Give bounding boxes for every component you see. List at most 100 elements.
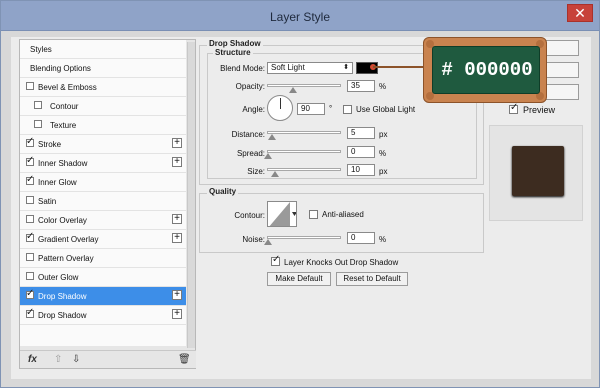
style-item-checkbox[interactable] xyxy=(26,215,34,223)
add-effect-icon[interactable]: + xyxy=(172,157,182,167)
add-effect-icon[interactable]: + xyxy=(172,138,182,148)
add-effect-icon[interactable]: + xyxy=(172,309,182,319)
style-item-checkbox[interactable] xyxy=(26,174,34,185)
style-item-label: Blending Options xyxy=(30,64,91,73)
title-bar[interactable]: Layer Style ✕ xyxy=(1,1,599,31)
distance-label: Distance: xyxy=(231,130,265,139)
add-effect-icon[interactable]: + xyxy=(172,233,182,243)
style-item[interactable]: Blending Options xyxy=(20,59,186,78)
distance-unit: px xyxy=(379,130,388,139)
noise-slider-track[interactable] xyxy=(267,236,341,239)
opacity-slider-track[interactable] xyxy=(267,84,341,87)
size-unit: px xyxy=(379,167,388,176)
style-item[interactable]: Bevel & Emboss xyxy=(20,78,186,97)
style-item[interactable]: Inner Shadow + xyxy=(20,154,186,173)
style-item-checkbox[interactable] xyxy=(34,120,42,128)
drop-shadow-title: Drop Shadow xyxy=(207,39,263,48)
knockout-label: Layer Knocks Out Drop Shadow xyxy=(284,258,399,267)
style-item[interactable]: Color Overlay + xyxy=(20,211,186,230)
style-item-label: Drop Shadow xyxy=(38,292,87,301)
reset-to-default-button[interactable]: Reset to Default xyxy=(336,272,408,286)
spread-slider-track[interactable] xyxy=(267,150,341,153)
global-light-checkbox[interactable] xyxy=(343,105,352,114)
style-item-checkbox[interactable] xyxy=(26,231,34,242)
noise-slider-thumb[interactable] xyxy=(264,239,272,245)
style-item-label: Stroke xyxy=(38,140,62,149)
style-item-checkbox[interactable] xyxy=(26,272,34,280)
style-item-checkbox[interactable] xyxy=(26,307,34,318)
quality-title: Quality xyxy=(207,187,239,196)
close-button[interactable]: ✕ xyxy=(567,4,593,22)
add-effect-icon[interactable]: + xyxy=(172,290,182,300)
styles-footer: fx ⇧ ⇩ 🗑 xyxy=(20,350,196,368)
select-caret-icon: ⬍ xyxy=(343,64,349,71)
spread-input[interactable]: 0 xyxy=(347,146,375,158)
noise-label: Noise: xyxy=(242,235,265,244)
blend-mode-select[interactable]: Soft Light ⬍ xyxy=(267,62,353,74)
distance-input[interactable]: 5 xyxy=(347,127,375,139)
styles-list: Styles Blending Options Bevel & Emboss Cont… xyxy=(20,40,186,346)
style-item[interactable]: Contour xyxy=(20,97,186,116)
style-item-checkbox[interactable] xyxy=(34,101,42,109)
style-item[interactable]: Satin xyxy=(20,192,186,211)
global-light-label: Use Global Light xyxy=(356,105,416,114)
style-item[interactable]: Outer Glow xyxy=(20,268,186,287)
preview-checkbox[interactable] xyxy=(509,102,518,114)
color-value-badge: # 000000 xyxy=(423,37,547,103)
anti-aliased-checkbox[interactable] xyxy=(309,210,318,219)
style-item-checkbox[interactable] xyxy=(26,288,34,299)
contour-curve-icon xyxy=(269,202,296,226)
noise-input[interactable]: 0 xyxy=(347,232,375,244)
contour-picker[interactable] xyxy=(267,201,297,227)
style-item[interactable]: Pattern Overlay xyxy=(20,249,186,268)
distance-slider-thumb[interactable] xyxy=(268,134,276,140)
style-item-checkbox[interactable] xyxy=(26,82,34,90)
style-item-checkbox[interactable] xyxy=(26,155,34,166)
spread-label: Spread: xyxy=(236,149,265,158)
spread-unit: % xyxy=(379,149,387,158)
styles-list-scrollbar[interactable] xyxy=(187,42,195,348)
size-slider-thumb[interactable] xyxy=(271,171,279,177)
style-item[interactable]: Texture xyxy=(20,116,186,135)
style-item[interactable]: Inner Glow xyxy=(20,173,186,192)
style-item[interactable]: Drop Shadow + xyxy=(20,287,186,306)
opacity-unit: % xyxy=(379,82,387,91)
style-item-label: Gradient Overlay xyxy=(38,235,99,244)
blend-mode-value: Soft Light xyxy=(271,63,305,72)
distance-slider-track[interactable] xyxy=(267,131,341,134)
styles-panel: Styles Blending Options Bevel & Emboss Cont… xyxy=(19,39,196,369)
move-up-icon[interactable]: ⇧ xyxy=(54,354,62,365)
add-effect-icon[interactable]: + xyxy=(172,214,182,224)
style-item-label: Outer Glow xyxy=(38,273,79,282)
spread-slider-thumb[interactable] xyxy=(264,153,272,159)
style-item-checkbox[interactable] xyxy=(26,196,34,204)
style-item-checkbox[interactable] xyxy=(26,136,34,147)
style-item-label: Texture xyxy=(50,121,77,130)
blend-mode-label: Blend Mode: xyxy=(220,64,265,73)
style-item[interactable]: Drop Shadow + xyxy=(20,306,186,325)
style-item-label: Inner Glow xyxy=(38,178,77,187)
angle-label: Angle: xyxy=(242,105,265,114)
preview-swatch xyxy=(512,146,564,196)
style-item-label: Contour xyxy=(50,102,79,111)
style-item[interactable]: Stroke + xyxy=(20,135,186,154)
angle-dial[interactable] xyxy=(267,95,293,121)
angle-input[interactable]: 90 xyxy=(297,103,325,115)
size-label: Size: xyxy=(247,167,265,176)
trash-icon[interactable]: 🗑 xyxy=(178,354,191,365)
structure-title: Structure xyxy=(213,48,253,57)
size-input[interactable]: 10 xyxy=(347,164,375,176)
style-item[interactable]: Gradient Overlay + xyxy=(20,230,186,249)
style-item-checkbox[interactable] xyxy=(26,253,34,261)
move-down-icon[interactable]: ⇩ xyxy=(72,354,80,365)
make-default-button[interactable]: Make Default xyxy=(267,272,331,286)
fx-icon[interactable]: fx xyxy=(28,354,37,365)
style-item-label: Drop Shadow xyxy=(38,311,87,320)
knockout-checkbox[interactable] xyxy=(271,254,280,266)
angle-dial-needle xyxy=(280,98,281,109)
style-item[interactable]: Styles xyxy=(20,40,186,59)
layer-style-dialog: Layer Style ✕ Styles Blending Options Beve… xyxy=(0,0,600,388)
style-item-label: Satin xyxy=(38,197,57,206)
opacity-input[interactable]: 35 xyxy=(347,80,375,92)
opacity-slider-thumb[interactable] xyxy=(288,87,297,93)
